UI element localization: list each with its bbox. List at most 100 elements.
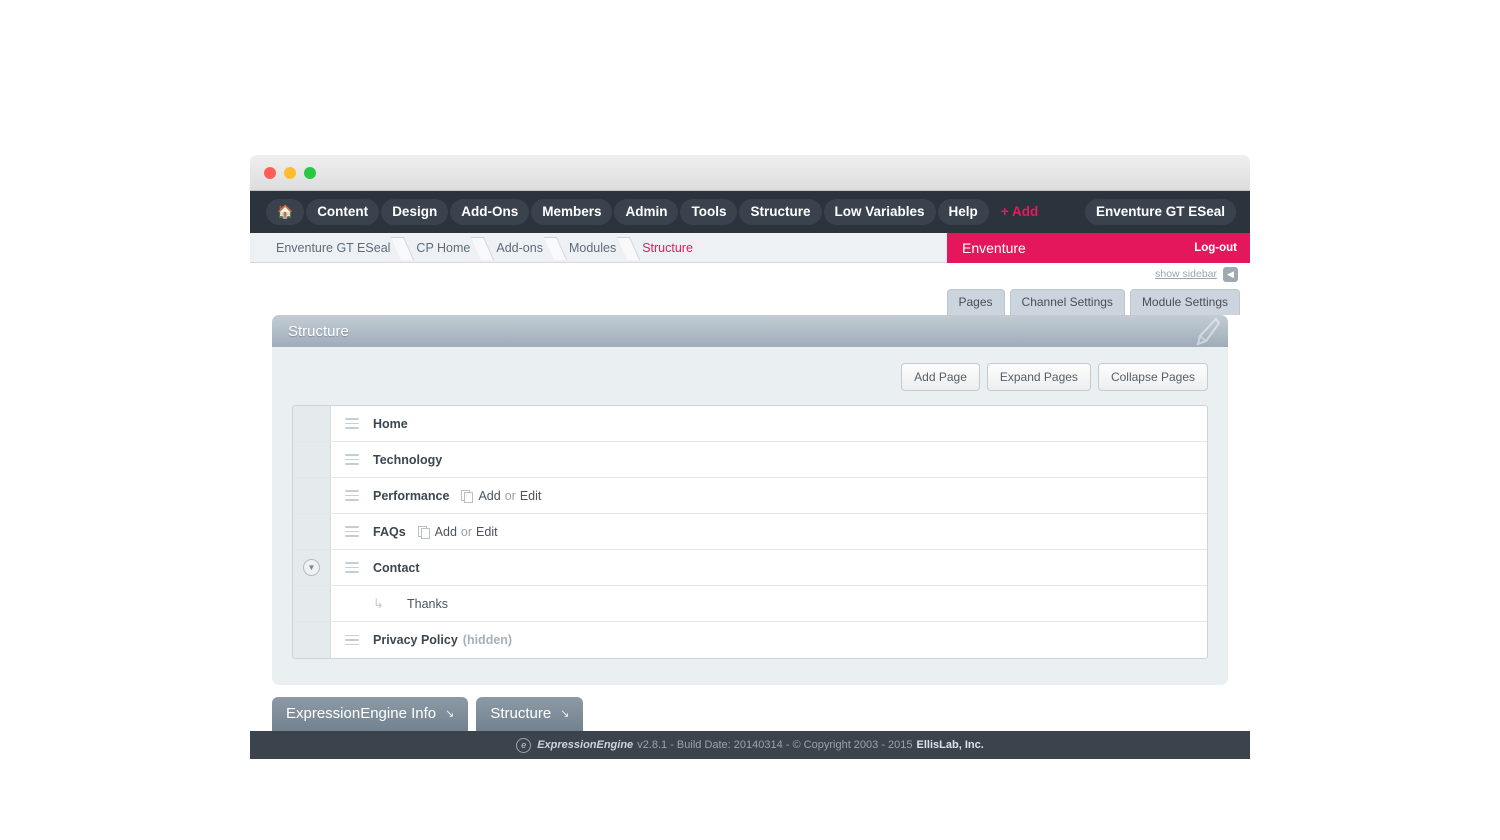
collapse-arrow-icon[interactable]: ↘ <box>445 707 454 720</box>
nav-item-low-variables[interactable]: Low Variables <box>823 199 936 225</box>
logout-link[interactable]: Log-out <box>1194 242 1237 254</box>
row-content: Contact <box>331 550 1207 585</box>
row-gutter: ▼ <box>293 550 331 585</box>
or-label: or <box>460 524 473 539</box>
page-name[interactable]: Home <box>373 417 408 431</box>
table-row[interactable]: ↳ Thanks <box>293 586 1207 622</box>
sidebar-icon[interactable]: ◀ <box>1223 266 1238 282</box>
page-name[interactable]: FAQs <box>373 525 406 539</box>
nav-item-content[interactable]: Content <box>306 199 380 225</box>
drag-handle-icon[interactable] <box>345 562 359 573</box>
drag-handle-icon[interactable] <box>345 418 359 429</box>
nav-home-button[interactable]: 🏠 <box>266 199 305 225</box>
add-edit-group: Add or Edit <box>461 489 541 503</box>
home-icon: 🏠 <box>277 204 294 220</box>
footer-details: v2.8.1 - Build Date: 20140314 - © Copyri… <box>637 739 913 751</box>
page-name[interactable]: Technology <box>373 453 442 467</box>
bottom-tab-row: ExpressionEngine Info ↘ Structure ↘ <box>250 685 1250 731</box>
show-sidebar-link[interactable]: show sidebar <box>1155 268 1217 280</box>
row-content: Home <box>331 406 1207 441</box>
top-navigation: 🏠 Content Design Add-Ons Members Admin T… <box>250 191 1250 233</box>
footer-product: ExpressionEngine <box>537 739 634 751</box>
table-row[interactable]: ▼ Contact <box>293 550 1207 586</box>
table-row[interactable]: Performance Add or Edit <box>293 478 1207 514</box>
row-content: FAQs Add or Edit <box>331 514 1207 549</box>
nav-item-add-ons[interactable]: Add-Ons <box>450 199 530 225</box>
copy-icon <box>417 525 430 539</box>
row-gutter <box>293 514 331 549</box>
add-link[interactable]: Add <box>478 489 500 503</box>
edit-link[interactable]: Edit <box>476 525 498 539</box>
pencil-icon <box>1186 317 1221 352</box>
breadcrumb-item-site[interactable]: Enventure GT ESeal <box>276 241 396 255</box>
tab-pages[interactable]: Pages <box>946 289 1005 315</box>
collapse-toggle-icon[interactable]: ▼ <box>303 559 320 576</box>
table-row[interactable]: Privacy Policy (hidden) <box>293 622 1207 658</box>
row-gutter <box>293 622 331 658</box>
expressionengine-logo-icon: e <box>516 737 532 753</box>
breadcrumb-separator-icon <box>476 233 492 263</box>
row-gutter <box>293 442 331 477</box>
nav-item-admin[interactable]: Admin <box>614 199 679 225</box>
drag-handle-icon[interactable] <box>345 634 359 646</box>
bottom-tab-label: Structure <box>490 705 552 722</box>
panel-action-row: Add Page Expand Pages Collapse Pages <box>292 363 1208 391</box>
breadcrumb-separator-icon <box>549 233 565 263</box>
nav-item-help[interactable]: Help <box>937 199 989 225</box>
sidebar-toggle-row: show sidebar ◀ <box>250 263 1250 285</box>
edit-link[interactable]: Edit <box>520 489 542 503</box>
child-branch-icon: ↳ <box>373 595 384 611</box>
add-link[interactable]: Add <box>435 525 457 539</box>
page-name[interactable]: Contact <box>373 561 420 575</box>
table-row[interactable]: FAQs Add or Edit <box>293 514 1207 550</box>
breadcrumb-separator-icon <box>396 233 412 263</box>
expand-pages-button[interactable]: Expand Pages <box>986 363 1091 391</box>
nav-item-tools[interactable]: Tools <box>680 199 738 225</box>
collapse-pages-button[interactable]: Collapse Pages <box>1097 363 1208 391</box>
row-gutter <box>293 406 331 441</box>
drag-handle-icon[interactable] <box>345 490 359 501</box>
table-row[interactable]: Home <box>293 406 1207 442</box>
site-name: Enventure <box>962 240 1026 256</box>
window-close-button[interactable] <box>264 166 276 179</box>
nav-user-menu[interactable]: Enventure GT ESeal <box>1084 199 1236 225</box>
window-titlebar <box>250 155 1250 191</box>
page-tree: Home Technology Performance Add or Edit … <box>292 405 1208 659</box>
nav-item-members[interactable]: Members <box>531 199 613 225</box>
footer: e ExpressionEngine v2.8.1 - Build Date: … <box>250 731 1250 759</box>
copy-icon <box>461 489 474 503</box>
breadcrumb-item-cp-home[interactable]: CP Home <box>416 241 476 255</box>
panel-header: Structure <box>272 315 1228 347</box>
tab-module-settings[interactable]: Module Settings <box>1129 289 1240 315</box>
bottom-tab-structure[interactable]: Structure ↘ <box>476 697 584 731</box>
row-content: Technology <box>331 442 1207 477</box>
tab-channel-settings[interactable]: Channel Settings <box>1009 289 1125 315</box>
breadcrumb-separator-icon <box>622 233 638 263</box>
bottom-tab-ee-info[interactable]: ExpressionEngine Info ↘ <box>272 697 469 731</box>
breadcrumb-item-modules[interactable]: Modules <box>569 241 622 255</box>
add-page-button[interactable]: Add Page <box>901 363 980 391</box>
nav-item-design[interactable]: Design <box>381 199 449 225</box>
row-content: Performance Add or Edit <box>331 478 1207 513</box>
page-name[interactable]: Performance <box>373 489 449 503</box>
add-edit-group: Add or Edit <box>417 524 498 539</box>
breadcrumb: Enventure GT ESeal CP Home Add-ons Modul… <box>250 233 699 262</box>
collapse-arrow-icon[interactable]: ↘ <box>560 707 569 720</box>
nav-add-button[interactable]: + Add <box>991 199 1049 225</box>
drag-handle-icon[interactable] <box>345 526 359 537</box>
nav-item-structure[interactable]: Structure <box>739 199 822 225</box>
page-name[interactable]: Privacy Policy <box>373 633 458 647</box>
breadcrumb-item-add-ons[interactable]: Add-ons <box>496 241 549 255</box>
window-minimize-button[interactable] <box>284 166 296 179</box>
table-row[interactable]: Technology <box>293 442 1207 478</box>
structure-panel: Structure Add Page Expand Pages Collapse… <box>272 315 1228 685</box>
row-content: ↳ Thanks <box>331 586 1207 621</box>
module-tab-row: Pages Channel Settings Module Settings <box>250 285 1250 315</box>
panel-wrapper: Structure Add Page Expand Pages Collapse… <box>250 315 1250 685</box>
drag-handle-icon[interactable] <box>345 454 359 465</box>
window-zoom-button[interactable] <box>304 166 316 179</box>
row-gutter <box>293 586 331 621</box>
hidden-badge: (hidden) <box>462 633 513 647</box>
browser-window: 🏠 Content Design Add-Ons Members Admin T… <box>250 155 1250 840</box>
page-name[interactable]: Thanks <box>407 597 448 611</box>
